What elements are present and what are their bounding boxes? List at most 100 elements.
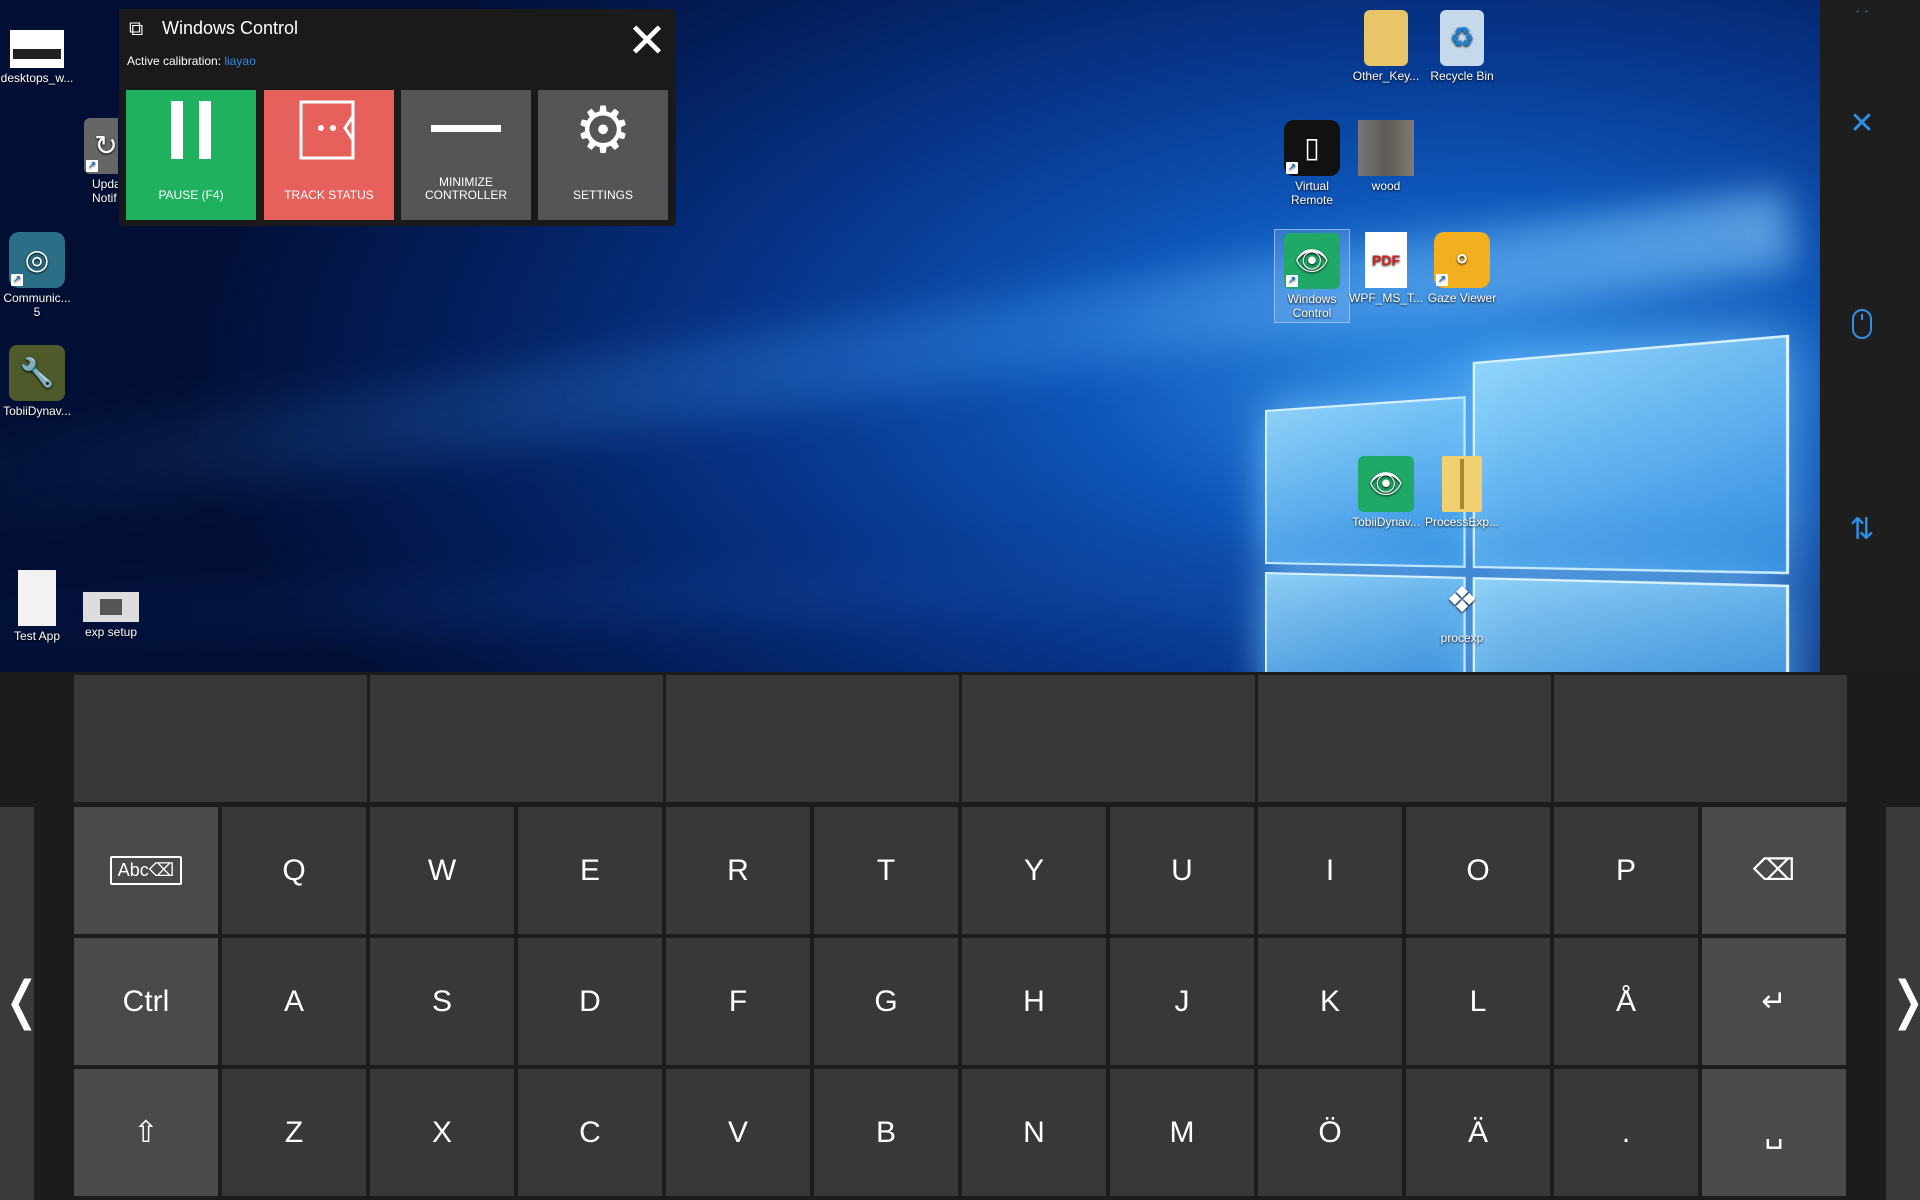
suggestion-slot[interactable] xyxy=(370,675,663,802)
desktop-icon-other-key[interactable]: Other_Key... xyxy=(1349,10,1423,83)
windows-control-eye-icon: 👁 xyxy=(1358,456,1414,512)
calibration-info: Active calibration: liayao xyxy=(127,54,256,68)
wood-texture-icon xyxy=(1358,120,1414,176)
key-s[interactable]: S xyxy=(370,938,514,1065)
key-q[interactable]: Q xyxy=(222,807,366,934)
key-e[interactable]: E xyxy=(518,807,662,934)
on-screen-keyboard: ❬ ❭ Abc⌫ Q W E R T Y U I O P ⌫ Ctrl A S … xyxy=(0,672,1920,1200)
desktop-icon-recycle-bin[interactable]: ♻ Recycle Bin xyxy=(1425,10,1499,83)
drag-handle-icon[interactable]: · · xyxy=(1842,0,1882,40)
key-a-umlaut[interactable]: Ä xyxy=(1406,1069,1550,1196)
suggestion-slot[interactable] xyxy=(666,675,959,802)
windows-control-panel: ⧉ Windows Control Active calibration: li… xyxy=(119,9,676,226)
close-icon: ✕ xyxy=(627,15,667,68)
pdf-file-icon: PDF xyxy=(1365,232,1407,288)
key-i[interactable]: I xyxy=(1258,807,1402,934)
communicator-5-icon: ◎ ↗ xyxy=(9,232,65,288)
suggestion-slot[interactable] xyxy=(962,675,1255,802)
desktop-icon-tobiidynav-2[interactable]: 👁 TobiiDynav... xyxy=(1349,456,1423,529)
windows-control-logo-icon: ⧉ xyxy=(129,17,157,41)
close-panel-button[interactable]: ✕ xyxy=(626,22,668,64)
desktop-icon-procexp[interactable]: ❖ procexp xyxy=(1425,572,1499,645)
swap-arrows-icon[interactable]: ⇅ xyxy=(1842,510,1882,550)
mouse-icon[interactable] xyxy=(1842,308,1882,348)
key-a-ring[interactable]: Å xyxy=(1554,938,1698,1065)
key-x[interactable]: X xyxy=(370,1069,514,1196)
shortcut-arrow-icon: ↗ xyxy=(11,274,23,286)
close-icon[interactable]: ✕ xyxy=(1842,104,1882,144)
desktop-icon-desktops[interactable]: desktops_w... xyxy=(0,24,74,85)
windows-logo-wallpaper xyxy=(1265,334,1799,672)
desktop-icon-update-notifier[interactable]: ↻ ↗ Upda Notif xyxy=(74,118,118,205)
desktop-icon-exp-setup[interactable]: exp setup xyxy=(74,570,148,639)
key-backspace[interactable]: ⌫ xyxy=(1702,807,1846,934)
folder-icon xyxy=(1364,10,1408,66)
key-k[interactable]: K xyxy=(1258,938,1402,1065)
shortcut-arrow-icon: ↗ xyxy=(1286,275,1298,287)
side-toolbar: · · ✕ ⇅ xyxy=(1820,0,1920,672)
desktop: desktops_w... ↻ ↗ Upda Notif ◎ ↗ Communic.… xyxy=(0,0,1820,672)
suggestion-slot[interactable] xyxy=(74,675,367,802)
desktop-icon-tobiidynav[interactable]: 🔧 TobiiDynav... xyxy=(0,345,74,418)
key-w[interactable]: W xyxy=(370,807,514,934)
key-l[interactable]: L xyxy=(1406,938,1550,1065)
keyboard-prev-arrow[interactable]: ❬ xyxy=(0,936,34,1066)
key-space[interactable]: ␣ xyxy=(1702,1069,1846,1196)
key-shift[interactable]: ⇧ xyxy=(74,1069,218,1196)
gear-icon: ⚙ xyxy=(538,90,668,170)
remote-control-icon: ▯ ↗ xyxy=(1284,120,1340,176)
desktop-icon-communicator[interactable]: ◎ ↗ Communic... 5 xyxy=(0,232,74,319)
key-b[interactable]: B xyxy=(814,1069,958,1196)
update-notifier-icon: ↻ ↗ xyxy=(84,118,118,174)
key-ctrl[interactable]: Ctrl xyxy=(74,938,218,1065)
key-u[interactable]: U xyxy=(1110,807,1254,934)
key-t[interactable]: T xyxy=(814,807,958,934)
pause-icon xyxy=(126,90,256,170)
key-z[interactable]: Z xyxy=(222,1069,366,1196)
key-j[interactable]: J xyxy=(1110,938,1254,1065)
key-o[interactable]: O xyxy=(1406,807,1550,934)
key-v[interactable]: V xyxy=(666,1069,810,1196)
key-f[interactable]: F xyxy=(666,938,810,1065)
desktop-icon-test-app[interactable]: Test App xyxy=(0,570,74,643)
key-a[interactable]: A xyxy=(222,938,366,1065)
photo-thumbnail-icon xyxy=(83,592,139,622)
key-period[interactable]: . xyxy=(1554,1069,1698,1196)
key-clear-word[interactable]: Abc⌫ xyxy=(74,807,218,934)
gaze-viewer-icon: ⚬ ↗ xyxy=(1434,232,1490,288)
key-h[interactable]: H xyxy=(962,938,1106,1065)
document-file-icon xyxy=(18,570,56,626)
calibration-user-link[interactable]: liayao xyxy=(224,54,255,68)
key-c[interactable]: C xyxy=(518,1069,662,1196)
desktop-icon-virtual-remote[interactable]: ▯ ↗ Virtual Remote xyxy=(1275,120,1349,207)
key-d[interactable]: D xyxy=(518,938,662,1065)
suggestion-slot[interactable] xyxy=(1554,675,1847,802)
minimize-icon xyxy=(401,90,531,170)
track-status-button[interactable]: TRACK STATUS xyxy=(264,90,394,220)
desktop-icon-wood[interactable]: wood xyxy=(1349,120,1423,193)
key-enter[interactable]: ↵ xyxy=(1702,938,1846,1065)
key-r[interactable]: R xyxy=(666,807,810,934)
suggestion-slot[interactable] xyxy=(1258,675,1551,802)
pause-button[interactable]: PAUSE (F4) xyxy=(126,90,256,220)
desktop-icon-wpf-ms[interactable]: PDF WPF_MS_T... xyxy=(1349,232,1423,305)
settings-button[interactable]: ⚙ SETTINGS xyxy=(538,90,668,220)
keyboard-next-arrow[interactable]: ❭ xyxy=(1886,936,1920,1066)
key-n[interactable]: N xyxy=(962,1069,1106,1196)
calibration-label: Active calibration: xyxy=(127,54,221,68)
desktop-icon-gaze-viewer[interactable]: ⚬ ↗ Gaze Viewer xyxy=(1425,232,1499,305)
shortcut-arrow-icon: ↗ xyxy=(86,160,98,172)
minimize-controller-button[interactable]: MINIMIZE CONTROLLER xyxy=(401,90,531,220)
track-status-icon xyxy=(264,90,394,170)
key-p[interactable]: P xyxy=(1554,807,1698,934)
key-g[interactable]: G xyxy=(814,938,958,1065)
desktop-icon-windows-control[interactable]: 👁 ↗ Windows Control xyxy=(1275,230,1349,322)
panel-title: Windows Control xyxy=(162,18,298,39)
desktop-icon-processexp[interactable]: ProcessExp... xyxy=(1425,456,1499,529)
process-explorer-icon: ❖ xyxy=(1434,572,1490,628)
key-o-umlaut[interactable]: Ö xyxy=(1258,1069,1402,1196)
key-m[interactable]: M xyxy=(1110,1069,1254,1196)
logo-pane xyxy=(1473,577,1789,672)
wrench-app-icon: 🔧 xyxy=(9,345,65,401)
key-y[interactable]: Y xyxy=(962,807,1106,934)
